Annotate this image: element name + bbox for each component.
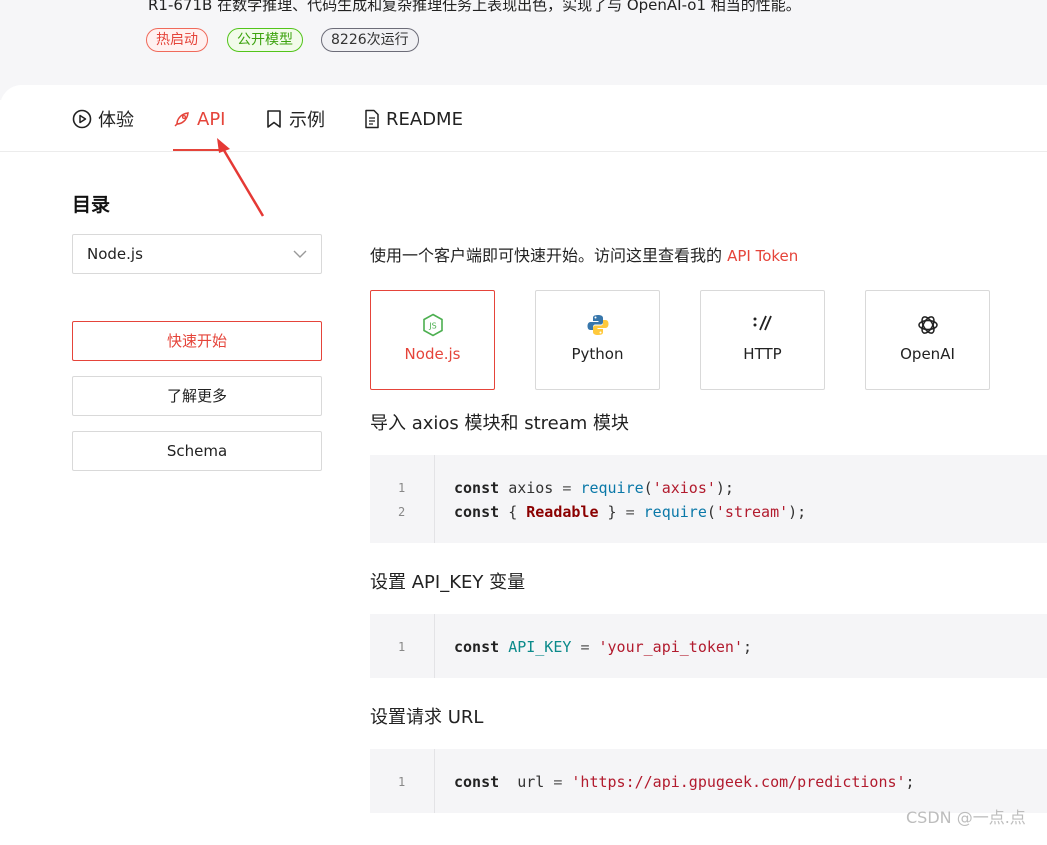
section-title-url: 设置请求 URL [370, 707, 484, 728]
code-block: 1 const API_KEY = 'your_api_token'; [370, 614, 1047, 678]
lang-card-http[interactable]: HTTP [700, 290, 825, 390]
tab-bar [0, 85, 1047, 152]
tab-label: 体验 [98, 110, 134, 131]
code-token: const [454, 638, 509, 656]
line-number: 2 [398, 505, 406, 519]
code-token: API_KEY [508, 638, 572, 656]
code-line: const { Readable } = require('stream'); [454, 503, 806, 521]
line-gutter [370, 455, 435, 543]
lang-card-python[interactable]: Python [535, 290, 660, 390]
http-icon [753, 315, 772, 331]
chevron-down-icon [293, 250, 307, 258]
code-token: = [625, 503, 644, 521]
code-token: { [508, 503, 527, 521]
sidebar-item-learn-more[interactable]: 了解更多 [72, 376, 322, 416]
code-token: const [454, 479, 509, 497]
model-description: R1-671B 在数学推理、代码生成和复杂推理任务上表现出色，实现了与 Open… [148, 0, 801, 14]
api-token-link[interactable]: API Token [727, 247, 798, 265]
watermark: CSDN @一点.点 [906, 808, 1026, 827]
nodejs-icon: JS [422, 313, 443, 337]
lang-label: Node.js [404, 345, 461, 363]
select-value: Node.js [87, 245, 143, 263]
tab-examples[interactable]: 示例 [265, 104, 325, 134]
code-token: ; [905, 773, 915, 791]
openai-icon [917, 316, 938, 334]
annotation-arrow-icon [217, 138, 265, 217]
code-token: 'stream' [715, 503, 789, 521]
sidebar-item-schema[interactable]: Schema [72, 431, 322, 471]
bookmark-icon [267, 110, 281, 128]
code-token: require [580, 479, 644, 497]
tab-label: API [197, 108, 226, 130]
document-icon [365, 109, 379, 129]
intro-text: 使用一个客户端即可快速开始。访问这里查看我的 API Token [370, 242, 798, 266]
code-token: axios [508, 479, 563, 497]
code-token: 'https://api.gpugeek.com/predictions' [571, 773, 906, 791]
code-line: const url = 'https://api.gpugeek.com/pre… [454, 773, 915, 791]
lang-label: OpenAI [900, 345, 955, 363]
code-token: const [454, 773, 509, 791]
badge-public-model: 公开模型 [227, 28, 303, 52]
lang-label: Python [571, 345, 624, 363]
svg-text:JS: JS [428, 322, 436, 331]
lang-label: HTTP [743, 345, 782, 363]
tab-label: README [386, 108, 463, 130]
play-circle-icon [72, 109, 92, 129]
sidebar-item-quickstart[interactable]: 快速开始 [72, 321, 322, 361]
code-token: ( [706, 503, 716, 521]
code-token: = [562, 479, 581, 497]
code-token: Readable [526, 503, 599, 521]
tab-playground[interactable]: 体验 [72, 104, 134, 134]
intro-label: 使用一个客户端即可快速开始。访问这里查看我的 [370, 246, 723, 265]
code-token: = [580, 638, 599, 656]
line-number: 1 [398, 640, 406, 654]
toc-title: 目录 [72, 194, 111, 216]
code-token: url [508, 773, 554, 791]
tab-api[interactable]: API [173, 104, 225, 134]
code-token: ( [643, 479, 653, 497]
lang-card-nodejs[interactable]: JS Node.js [370, 290, 495, 390]
python-icon [587, 315, 608, 335]
code-line: const axios = require('axios'); [454, 479, 734, 497]
code-token: const [454, 503, 509, 521]
code-block: 1 const axios = require('axios'); 2 const {… [370, 455, 1047, 543]
code-token: ); [715, 479, 734, 497]
section-title-api-key: 设置 API_KEY 变量 [370, 572, 526, 593]
tab-readme[interactable]: README [364, 104, 463, 134]
code-token: ); [788, 503, 807, 521]
line-number: 1 [398, 481, 406, 495]
tab-label: 示例 [289, 110, 325, 131]
code-token: ; [743, 638, 753, 656]
badge-run-count: 8226次运行 [321, 28, 419, 52]
code-token: 'your_api_token' [598, 638, 744, 656]
code-token: require [643, 503, 707, 521]
code-line: const API_KEY = 'your_api_token'; [454, 638, 752, 656]
code-token: = [553, 773, 572, 791]
section-title-import: 导入 axios 模块和 stream 模块 [370, 413, 630, 434]
line-number: 1 [398, 775, 406, 789]
lang-card-openai[interactable]: OpenAI [865, 290, 990, 390]
language-select[interactable]: Node.js [72, 234, 322, 274]
badge-warm-start: 热启动 [146, 28, 208, 52]
rocket-icon [174, 112, 189, 127]
code-token: 'axios' [652, 479, 716, 497]
code-token: } [598, 503, 626, 521]
